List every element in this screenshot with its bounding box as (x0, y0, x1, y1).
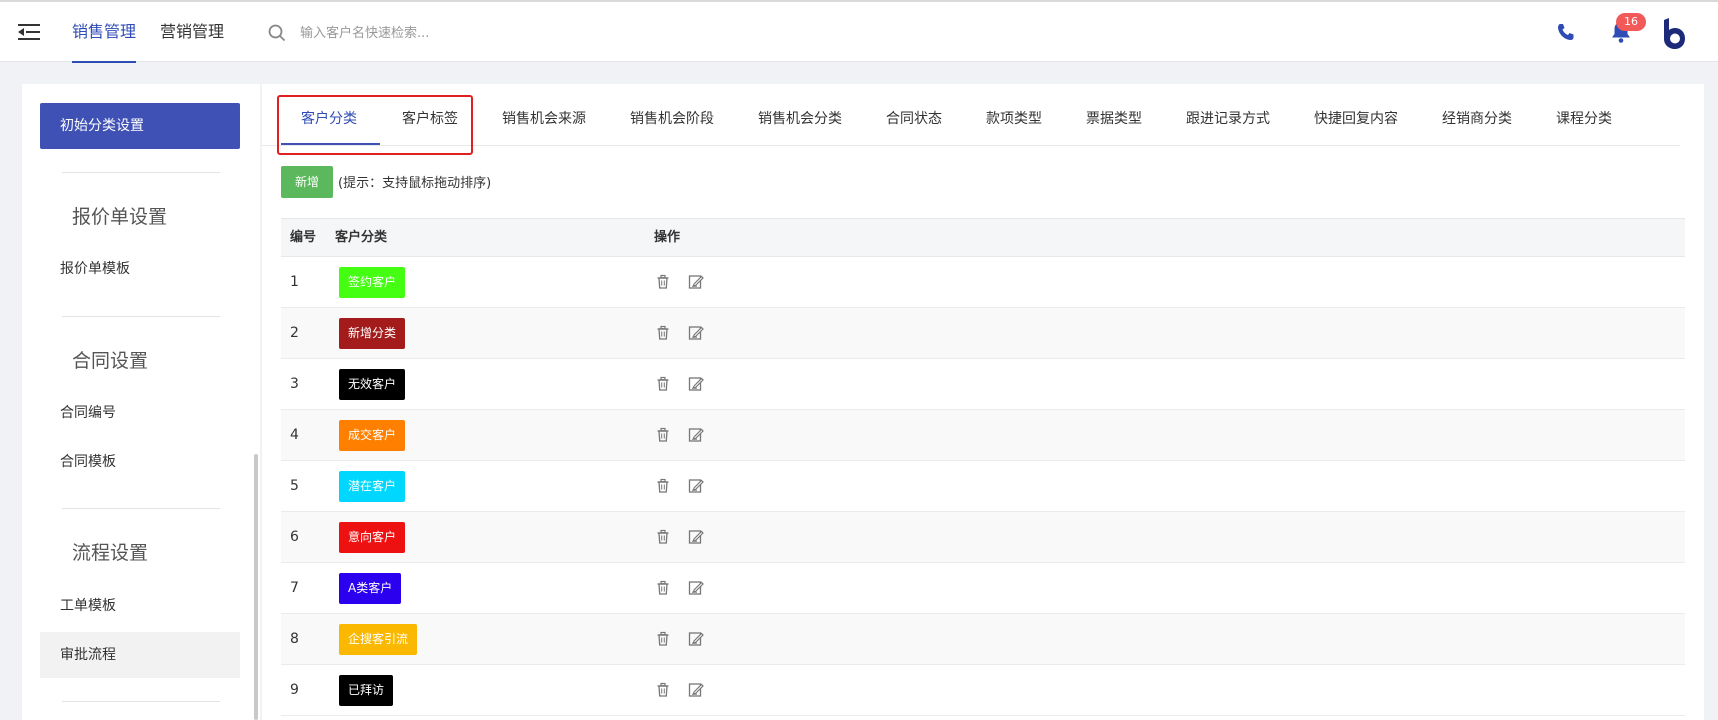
search-box (268, 20, 628, 46)
sidebar-item-ticket-template[interactable]: 工单模板 (40, 583, 240, 629)
top-nav-sales[interactable]: 销售管理 (72, 2, 137, 63)
edit-icon[interactable] (687, 681, 705, 699)
highlight-box (277, 95, 473, 155)
table-body: 1 签约客户 2 新增分类 3 无效客户 4 成交客户 5 潜在客户 6 意向客户 7 A类客户 8 企搜客引… (281, 257, 1685, 716)
sidebar-scrollbar[interactable] (254, 454, 258, 720)
table-row[interactable]: 7 A类客户 (281, 563, 1685, 614)
column-header-number: 编号 (290, 230, 317, 245)
tab-contract-status[interactable]: 合同状态 (886, 84, 942, 146)
row-number: 7 (290, 580, 299, 596)
row-number: 6 (290, 529, 299, 545)
tab-opportunity-source[interactable]: 销售机会来源 (502, 84, 586, 146)
sidebar-divider (62, 172, 220, 173)
row-number: 5 (290, 478, 299, 494)
category-tag: 无效客户 (339, 369, 406, 400)
tab-dealer-category[interactable]: 经销商分类 (1442, 84, 1512, 146)
delete-icon[interactable] (654, 528, 672, 546)
search-icon[interactable] (268, 24, 286, 42)
row-number: 2 (290, 325, 299, 341)
category-tag: 成交客户 (339, 420, 406, 451)
drag-sort-hint: (提示：支持鼠标拖动排序) (338, 176, 492, 191)
delete-icon[interactable] (654, 324, 672, 342)
tab-bar: 客户分类 客户标签 销售机会来源 销售机会阶段 销售机会分类 合同状态 款项类型… (262, 84, 1680, 146)
category-tag: 企搜客引流 (339, 624, 418, 655)
sidebar-item-contract-template[interactable]: 合同模板 (40, 439, 240, 485)
table-row[interactable]: 4 成交客户 (281, 410, 1685, 461)
category-table: 编号 客户分类 操作 1 签约客户 2 新增分类 3 无效客户 4 成交客户 5 潜在客户 6 意向客… (281, 218, 1685, 716)
main-panel: 客户分类 客户标签 销售机会来源 销售机会阶段 销售机会分类 合同状态 款项类型… (262, 84, 1704, 720)
tab-follow-up-method[interactable]: 跟进记录方式 (1186, 84, 1270, 146)
edit-icon[interactable] (687, 477, 705, 495)
logo (1664, 18, 1685, 49)
row-number: 1 (290, 274, 299, 290)
category-tag: 潜在客户 (339, 471, 406, 502)
sidebar-divider (62, 701, 220, 702)
tab-course-category[interactable]: 课程分类 (1556, 84, 1612, 146)
edit-icon[interactable] (687, 426, 705, 444)
phone-icon[interactable] (1556, 22, 1576, 42)
table-row[interactable]: 1 签约客户 (281, 257, 1685, 308)
sidebar: 初始分类设置 报价单设置 报价单模板 合同设置 合同编号 合同模板 流程设置 工… (22, 84, 260, 720)
delete-icon[interactable] (654, 273, 672, 291)
category-tag: 新增分类 (339, 318, 406, 349)
edit-icon[interactable] (687, 579, 705, 597)
edit-icon[interactable] (687, 375, 705, 393)
category-tag: A类客户 (339, 573, 402, 604)
top-nav-marketing[interactable]: 营销管理 (160, 2, 224, 62)
delete-icon[interactable] (654, 426, 672, 444)
row-number: 8 (290, 631, 299, 647)
edit-icon[interactable] (687, 630, 705, 648)
row-number: 3 (290, 376, 299, 392)
sidebar-group-workflow: 流程设置 (72, 542, 149, 564)
delete-icon[interactable] (654, 630, 672, 648)
sidebar-group-quote: 报价单设置 (72, 206, 168, 228)
category-tag: 意向客户 (339, 522, 406, 553)
table-row[interactable]: 2 新增分类 (281, 308, 1685, 359)
row-number: 9 (290, 682, 299, 698)
column-header-category: 客户分类 (335, 230, 388, 245)
table-row[interactable]: 3 无效客户 (281, 359, 1685, 410)
add-button[interactable]: 新增 (281, 166, 333, 198)
table-row[interactable]: 5 潜在客户 (281, 461, 1685, 512)
edit-icon[interactable] (687, 528, 705, 546)
tab-opportunity-stage[interactable]: 销售机会阶段 (630, 84, 714, 146)
sidebar-item-contract-number[interactable]: 合同编号 (40, 390, 240, 436)
tab-payment-type[interactable]: 款项类型 (986, 84, 1042, 146)
tab-opportunity-category[interactable]: 销售机会分类 (758, 84, 842, 146)
column-header-actions: 操作 (654, 230, 681, 245)
delete-icon[interactable] (654, 477, 672, 495)
sidebar-divider (62, 316, 220, 317)
category-tag: 已拜访 (339, 675, 394, 706)
tab-invoice-type[interactable]: 票据类型 (1086, 84, 1142, 146)
sidebar-item-initial-category[interactable]: 初始分类设置 (40, 103, 240, 149)
category-tag: 签约客户 (339, 267, 406, 298)
sidebar-item-approval-flow[interactable]: 审批流程 (40, 632, 240, 678)
top-bar: 销售管理 营销管理 16 (0, 0, 1718, 63)
table-row[interactable]: 6 意向客户 (281, 512, 1685, 563)
sidebar-divider (62, 508, 220, 509)
notification-badge: 16 (1616, 13, 1646, 31)
table-header: 编号 客户分类 操作 (281, 218, 1685, 257)
tab-quick-reply[interactable]: 快捷回复内容 (1314, 84, 1398, 146)
sidebar-group-contract: 合同设置 (72, 350, 149, 372)
edit-icon[interactable] (687, 273, 705, 291)
delete-icon[interactable] (654, 579, 672, 597)
menu-toggle-icon[interactable] (18, 23, 40, 41)
table-row[interactable]: 9 已拜访 (281, 665, 1685, 716)
search-input[interactable] (300, 20, 620, 46)
table-row[interactable]: 8 企搜客引流 (281, 614, 1685, 665)
edit-icon[interactable] (687, 324, 705, 342)
sidebar-item-quote-template[interactable]: 报价单模板 (40, 246, 240, 292)
row-number: 4 (290, 427, 299, 443)
delete-icon[interactable] (654, 375, 672, 393)
delete-icon[interactable] (654, 681, 672, 699)
